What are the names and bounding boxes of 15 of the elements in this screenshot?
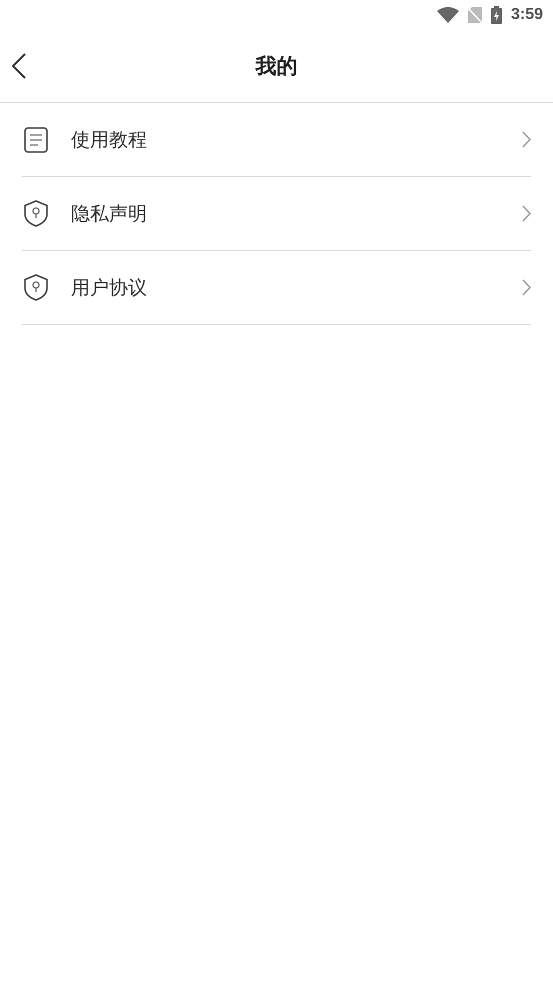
chevron-icon [522,131,531,148]
shield-icon [24,274,48,301]
status-time: 3:59 [510,6,543,24]
menu-item[interactable]: 隐私声明 [22,177,531,251]
wifi-icon [436,7,459,23]
document-icon [24,126,48,152]
back-icon[interactable] [12,53,26,79]
battery-icon [490,6,502,24]
menu-item[interactable]: 用户协议 [22,251,531,325]
chevron-icon [522,279,531,296]
menu-item[interactable]: 使用教程 [22,103,531,177]
no-sim-icon [468,7,482,23]
page-title: 我的 [256,53,298,80]
shield-icon [24,200,48,227]
chevron-icon [522,205,531,222]
